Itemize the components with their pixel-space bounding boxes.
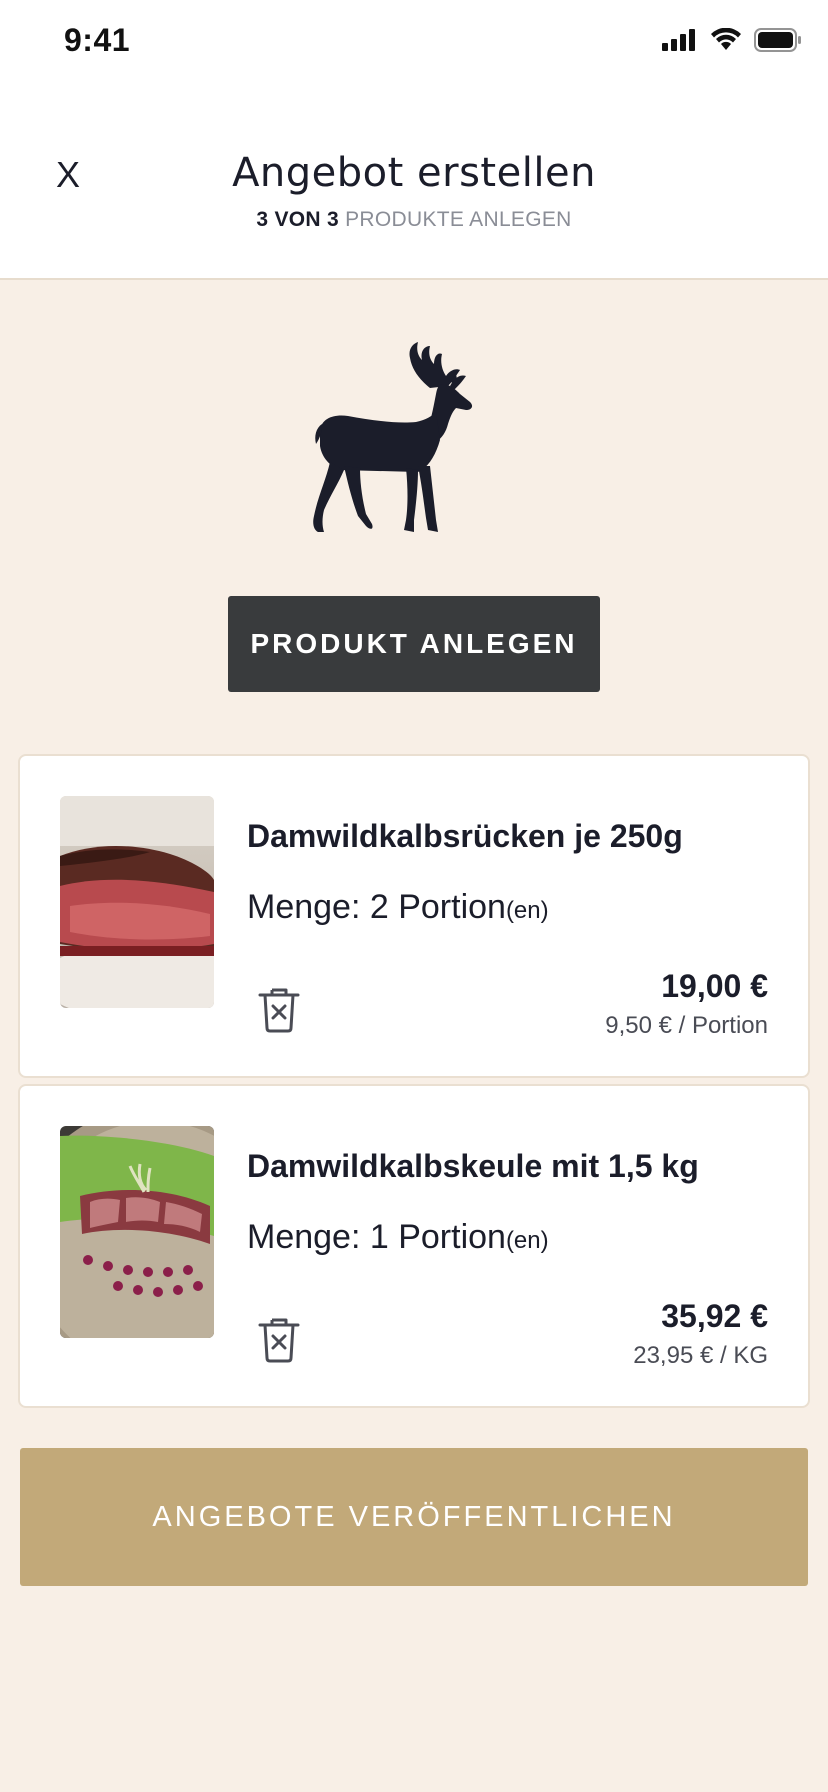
publish-offers-button[interactable]: ANGEBOTE VERÖFFENTLICHEN [20,1448,808,1586]
step-count: 3 VON 3 [256,208,339,231]
trash-icon [258,988,300,1033]
header: X Angebot erstellen 3 VON 3 PRODUKTE ANL… [0,90,828,280]
page-title: Angebot erstellen [232,150,596,196]
product-unit-price: 9,50 € / Portion [605,1012,768,1039]
product-quantity: Menge: 1 Portion(en) [247,1218,549,1257]
trash-icon [258,1318,300,1363]
step-label: PRODUKTE ANLEGEN [345,208,572,231]
delete-product-button[interactable] [256,984,302,1034]
product-unit-price: 23,95 € / KG [633,1342,768,1369]
product-card: Damwildkalbskeule mit 1,5 kg Menge: 1 Po… [18,1084,810,1408]
quantity-suffix: (en) [505,897,549,924]
deer-icon [300,320,530,550]
product-title: Damwildkalbskeule mit 1,5 kg [247,1148,699,1184]
delete-product-button[interactable] [256,1314,302,1364]
quantity-suffix: (en) [505,1227,549,1254]
wifi-icon [711,28,741,50]
product-price: 35,92 € [661,1298,768,1334]
add-product-button[interactable]: PRODUKT ANLEGEN [228,596,600,692]
quantity-text: Menge: 2 Portion [247,888,506,926]
product-quantity: Menge: 2 Portion(en) [247,888,549,927]
product-price: 19,00 € [661,968,768,1004]
battery-icon [754,28,801,52]
status-icons [662,28,802,52]
product-image [60,796,214,1008]
step-indicator: 3 VON 3 PRODUKTE ANLEGEN [0,208,828,232]
product-image [60,1126,214,1338]
status-bar: 9:41 [0,0,828,90]
product-card: Damwildkalbsrücken je 250g Menge: 2 Port… [18,754,810,1078]
cellular-signal-icon [662,29,695,51]
status-time: 9:41 [64,22,131,58]
quantity-text: Menge: 1 Portion [247,1218,506,1256]
product-title: Damwildkalbsrücken je 250g [247,818,683,854]
